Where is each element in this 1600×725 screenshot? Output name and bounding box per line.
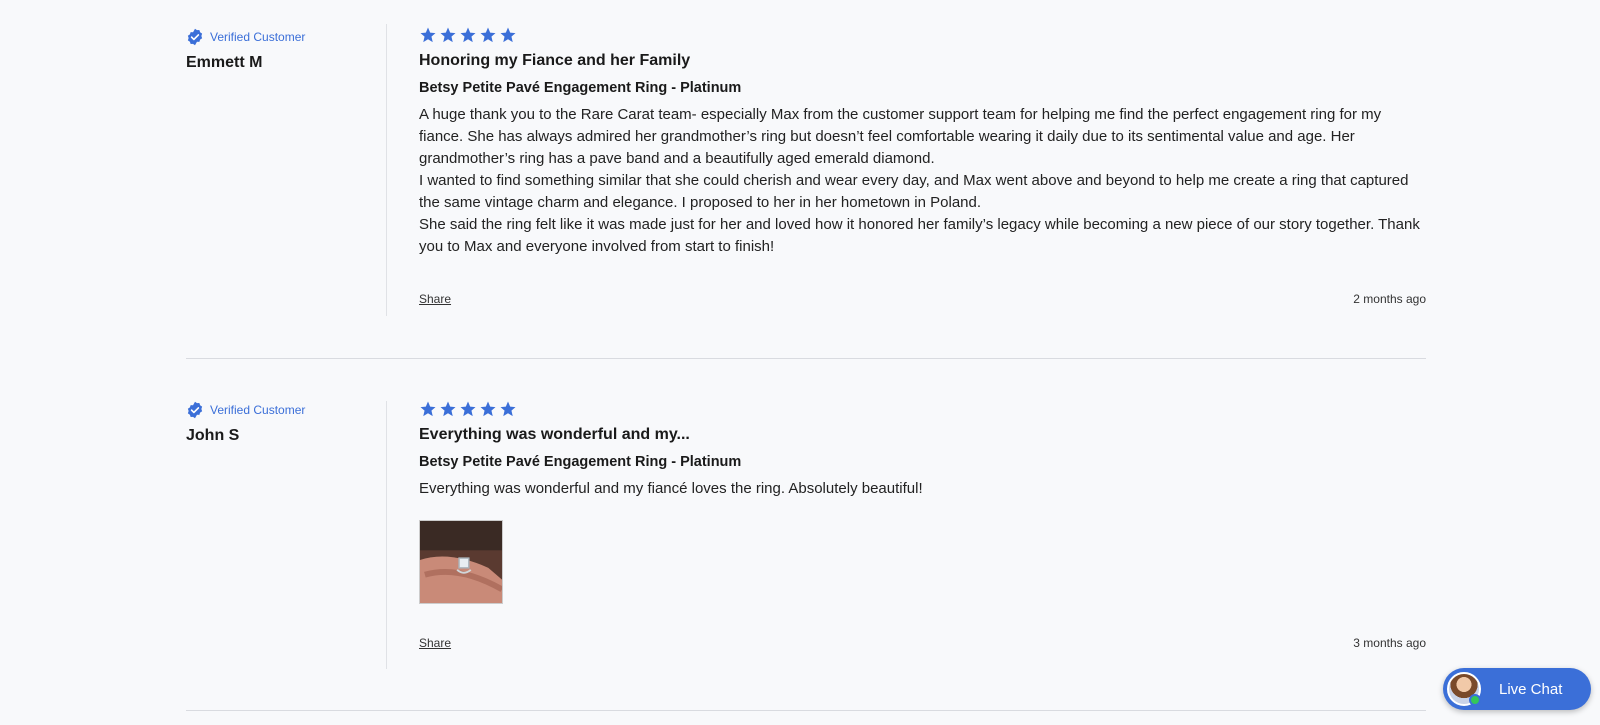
review-footer: Share 3 months ago bbox=[419, 636, 1426, 650]
product-name: Betsy Petite Pavé Engagement Ring - Plat… bbox=[419, 80, 742, 96]
customer-name: Emmett M bbox=[186, 54, 263, 71]
review-body: Everything was wonderful and my fiancé l… bbox=[419, 478, 1426, 500]
star-icon bbox=[460, 27, 476, 43]
review-card: Verified Customer Emmett M Honoring my F… bbox=[186, 0, 1426, 359]
review-author: Verified Customer John S bbox=[186, 359, 386, 710]
verified-label: Verified Customer bbox=[210, 30, 306, 44]
review-photo-thumbnail[interactable] bbox=[419, 520, 503, 604]
verified-badge: Verified Customer bbox=[186, 28, 386, 46]
verified-check-icon bbox=[187, 28, 203, 46]
star-icon bbox=[480, 401, 496, 417]
review-content: Honoring my Fiance and her Family Betsy … bbox=[387, 0, 1426, 358]
live-chat-button[interactable]: Live Chat bbox=[1443, 668, 1591, 710]
share-link[interactable]: Share bbox=[419, 292, 451, 306]
star-icon bbox=[500, 27, 516, 43]
star-rating bbox=[419, 400, 1426, 418]
product-name: Betsy Petite Pavé Engagement Ring - Plat… bbox=[419, 454, 742, 470]
star-icon bbox=[440, 401, 456, 417]
star-rating bbox=[419, 26, 1426, 44]
review-time: 2 months ago bbox=[1353, 292, 1426, 306]
review-footer: Share 2 months ago bbox=[419, 292, 1426, 306]
review-paragraph: She said the ring felt like it was made … bbox=[419, 216, 1420, 255]
online-status-icon bbox=[1469, 694, 1481, 706]
review-content: Everything was wonderful and my... Betsy… bbox=[387, 359, 1426, 710]
review-title: Everything was wonderful and my... bbox=[419, 426, 690, 443]
agent-avatar bbox=[1447, 672, 1481, 706]
review-author: Verified Customer Emmett M bbox=[186, 0, 386, 358]
star-icon bbox=[500, 401, 516, 417]
review-paragraph: A huge thank you to the Rare Carat team-… bbox=[419, 106, 1382, 167]
customer-name: John S bbox=[186, 427, 240, 444]
star-icon bbox=[460, 401, 476, 417]
reviews-list: Verified Customer Emmett M Honoring my F… bbox=[186, 0, 1426, 711]
review-time: 3 months ago bbox=[1353, 636, 1426, 650]
review-paragraph: I wanted to find something similar that … bbox=[419, 172, 1409, 211]
share-link[interactable]: Share bbox=[419, 636, 451, 650]
star-icon bbox=[420, 27, 436, 43]
verified-label: Verified Customer bbox=[210, 403, 306, 417]
verified-check-icon bbox=[187, 401, 203, 419]
live-chat-label: Live Chat bbox=[1499, 680, 1563, 698]
review-card: Verified Customer John S Everything was … bbox=[186, 359, 1426, 711]
star-icon bbox=[420, 401, 436, 417]
star-icon bbox=[480, 27, 496, 43]
star-icon bbox=[440, 27, 456, 43]
verified-badge: Verified Customer bbox=[186, 401, 386, 419]
review-paragraph: Everything was wonderful and my fiancé l… bbox=[419, 480, 923, 497]
review-title: Honoring my Fiance and her Family bbox=[419, 52, 691, 69]
review-body: A huge thank you to the Rare Carat team-… bbox=[419, 104, 1426, 258]
